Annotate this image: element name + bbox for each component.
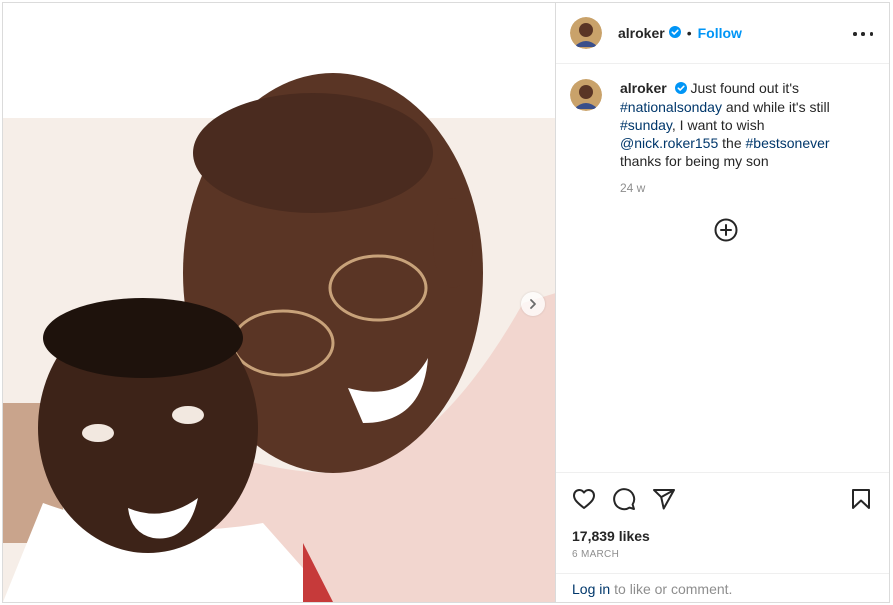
verified-badge-icon	[668, 25, 681, 41]
hashtag-link[interactable]: #nationalsonday	[620, 99, 722, 115]
caption-text: alroker Just found out it's #nationalson…	[620, 79, 860, 170]
post-caption: alroker Just found out it's #nationalson…	[570, 79, 870, 170]
post-actions: 17,839 likes 6 MARCH Log in to like or c…	[556, 472, 889, 602]
chevron-right-icon	[530, 299, 536, 309]
more-options-icon[interactable]	[853, 25, 873, 43]
post-side-panel: alroker • Follow alroker Just found out …	[556, 3, 889, 602]
post-date: 6 MARCH	[572, 549, 620, 560]
heart-icon[interactable]	[572, 487, 596, 514]
login-link[interactable]: Log in	[572, 581, 610, 597]
send-icon[interactable]	[652, 487, 676, 514]
photo-illustration	[3, 3, 555, 602]
caption-avatar[interactable]	[570, 79, 602, 111]
plus-circle-icon[interactable]	[714, 218, 738, 245]
follow-button[interactable]: Follow	[698, 25, 742, 41]
verified-badge-icon	[674, 80, 687, 98]
post-age: 24 w	[620, 181, 646, 195]
avatar[interactable]	[570, 17, 602, 49]
username-link[interactable]: alroker	[618, 25, 665, 41]
separator-dot: •	[686, 25, 692, 41]
likes-count[interactable]: 17,839 likes	[572, 528, 650, 544]
post-header: alroker • Follow	[556, 3, 889, 64]
caption-part: thanks for being my son	[620, 153, 769, 170]
post-photo[interactable]	[3, 3, 556, 602]
caption-part: the	[718, 135, 746, 152]
caption-username[interactable]: alroker	[620, 80, 667, 96]
hashtag-link[interactable]: #sunday	[620, 117, 672, 133]
caption-part: and while it's still	[721, 99, 830, 116]
mention-link[interactable]: @nick.roker155	[620, 135, 718, 151]
login-prompt: Log in to like or comment.	[556, 573, 889, 603]
caption-part: Just found out it's	[690, 80, 799, 96]
caption-part: , I want to wish	[671, 117, 765, 134]
hashtag-link[interactable]: #bestsonever	[746, 135, 830, 151]
comment-icon[interactable]	[612, 487, 636, 514]
login-suffix: to like or comment.	[614, 580, 733, 597]
post-dialog: alroker • Follow alroker Just found out …	[2, 2, 890, 603]
next-photo-button[interactable]	[521, 292, 545, 316]
bookmark-icon[interactable]	[849, 487, 873, 514]
